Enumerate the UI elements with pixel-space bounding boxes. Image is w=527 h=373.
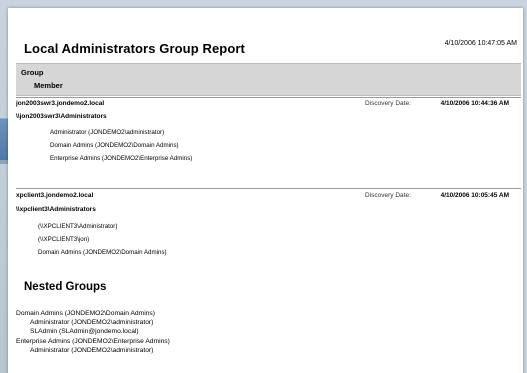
discovery-date-label: Discovery Date:	[365, 192, 411, 199]
report-title: Local Administrators Group Report	[24, 41, 245, 56]
server-name: xpclient3.jondemo2.local	[16, 192, 94, 199]
group-member: Administrator (JONDEMO2\administrator)	[50, 129, 165, 136]
discovery-date-value: 4/10/2006 10:05:45 AM	[440, 192, 509, 199]
row-divider	[16, 97, 521, 98]
nested-group-line: Enterprise Admins (JONDEMO2\Enterprise A…	[16, 338, 170, 345]
server-name: jon2003swr3.jondemo2.local	[16, 100, 105, 107]
group-member: (\\XPCLIENT3\jon)	[38, 236, 90, 243]
column-header-band: Group Member	[16, 63, 521, 96]
nested-member-line: Administrator (JONDEMO2\administrator)	[30, 319, 154, 326]
column-header-group: Group	[21, 68, 44, 77]
local-group-name: \\jon2003swr3\Administrators	[16, 113, 107, 120]
local-group-name: \\xpclient3\Administrators	[16, 206, 96, 213]
discovery-date-label: Discovery Date:	[365, 100, 411, 107]
group-member: Domain Admins (JONDEMO2\Domain Admins)	[38, 249, 167, 256]
nested-group-line: Domain Admins (JONDEMO2\Domain Admins)	[16, 310, 155, 317]
row-divider	[16, 188, 521, 189]
group-member: Enterprise Admins (JONDEMO2\Enterprise A…	[50, 155, 193, 162]
column-header-member: Member	[34, 81, 63, 90]
nested-member-line: Administrator (JONDEMO2\administrator)	[30, 347, 154, 354]
group-member: (\\XPCLIENT3\Administrator)	[38, 223, 118, 230]
report-page: Local Administrators Group Report 4/10/2…	[8, 8, 523, 373]
group-member: Domain Admins (JONDEMO2\Domain Admins)	[50, 142, 179, 149]
report-timestamp: 4/10/2006 10:47:05 AM	[444, 40, 517, 47]
nested-member-line: SLAdmin (SLAdmin@jondemo.local)	[30, 328, 139, 335]
nested-groups-title: Nested Groups	[24, 281, 107, 293]
discovery-date-value: 4/10/2006 10:44:36 AM	[440, 100, 509, 107]
